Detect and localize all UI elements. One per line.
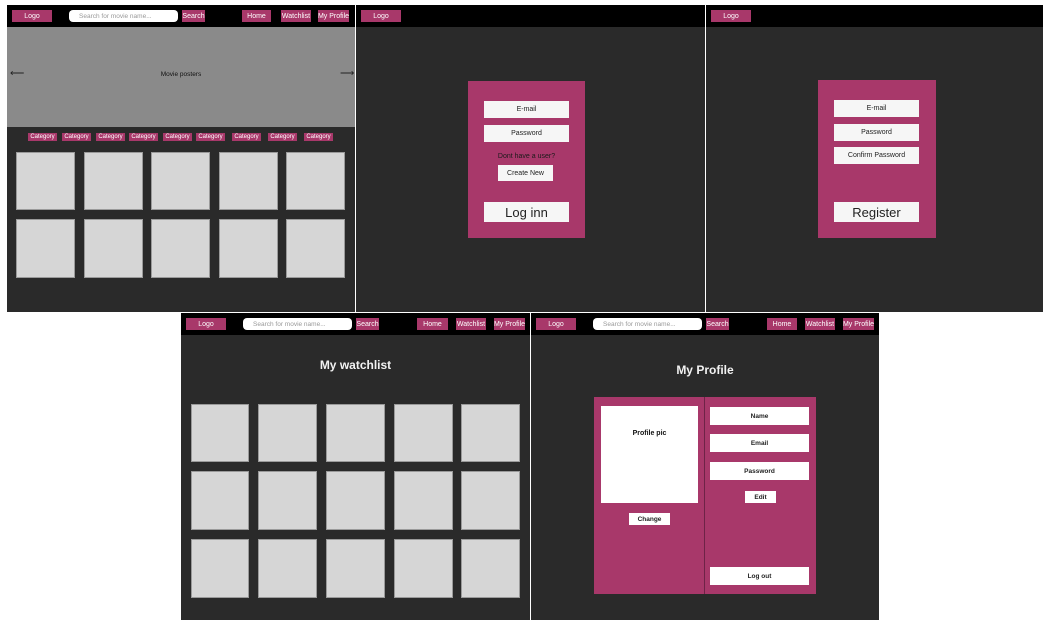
password-field[interactable]: Password — [484, 125, 569, 142]
category-button[interactable]: Category — [62, 133, 91, 141]
logout-button[interactable]: Log out — [710, 567, 809, 585]
category-button[interactable]: Category — [28, 133, 57, 141]
movie-tile[interactable] — [16, 152, 75, 210]
logo-button[interactable]: Logo — [536, 318, 576, 330]
search-button[interactable]: Search — [356, 318, 379, 330]
movie-tile[interactable] — [191, 539, 249, 598]
carousel-label: Movie posters — [160, 71, 202, 78]
nav-home-button[interactable]: Home — [242, 10, 271, 22]
movie-tile[interactable] — [326, 539, 385, 598]
nav-profile-button[interactable]: My Profile — [843, 318, 874, 330]
arrow-right-icon[interactable]: ⟶ — [340, 68, 354, 79]
email-field[interactable]: E-mail — [484, 101, 569, 118]
movie-tile[interactable] — [461, 539, 520, 598]
watchlist-screen: Logo Search for movie name... Search Hom… — [181, 313, 530, 620]
search-button[interactable]: Search — [706, 318, 729, 330]
movie-tile[interactable] — [394, 471, 453, 530]
category-button[interactable]: Category — [196, 133, 225, 141]
profile-pic: Profile pic — [601, 406, 698, 503]
top-nav-bar: Logo Search for movie name... Search Hom… — [7, 5, 355, 27]
email-field[interactable]: Email — [710, 434, 809, 452]
nav-profile-button[interactable]: My Profile — [494, 318, 525, 330]
login-button[interactable]: Log inn — [484, 202, 569, 222]
movie-tile[interactable] — [394, 539, 453, 598]
logo-button[interactable]: Logo — [12, 10, 52, 22]
movie-tile[interactable] — [84, 219, 143, 278]
top-nav-bar: Logo Search for movie name... Search Hom… — [531, 313, 879, 335]
movie-tile[interactable] — [461, 404, 520, 462]
nav-watchlist-button[interactable]: Watchlist — [456, 318, 486, 330]
movie-tile[interactable] — [326, 471, 385, 530]
search-input[interactable]: Search for movie name... — [243, 318, 352, 330]
register-button[interactable]: Register — [834, 202, 919, 222]
register-card: E-mail Password Confirm Password Registe… — [818, 80, 936, 238]
top-nav-bar: Logo — [356, 5, 705, 27]
email-field[interactable]: E-mail — [834, 100, 919, 117]
movie-tile[interactable] — [258, 539, 317, 598]
movie-tile[interactable] — [151, 152, 210, 210]
movie-tile[interactable] — [191, 404, 249, 462]
page-title: My watchlist — [319, 358, 392, 372]
nav-home-button[interactable]: Home — [417, 318, 448, 330]
nav-home-button[interactable]: Home — [767, 318, 797, 330]
category-button[interactable]: Category — [96, 133, 125, 141]
movie-tile[interactable] — [286, 152, 345, 210]
nav-profile-button[interactable]: My Profile — [318, 10, 349, 22]
login-screen: Logo E-mail Password Dont have a user? C… — [356, 5, 705, 312]
movie-tile[interactable] — [461, 471, 520, 530]
nav-watchlist-button[interactable]: Watchlist — [281, 10, 311, 22]
logo-button[interactable]: Logo — [361, 10, 401, 22]
category-button[interactable]: Category — [163, 133, 192, 141]
movie-tile[interactable] — [16, 219, 75, 278]
movie-tile[interactable] — [258, 471, 317, 530]
nav-watchlist-button[interactable]: Watchlist — [805, 318, 835, 330]
top-nav-bar: Logo — [706, 5, 1043, 27]
movie-tile[interactable] — [394, 404, 453, 462]
logo-button[interactable]: Logo — [711, 10, 751, 22]
movie-tile[interactable] — [286, 219, 345, 278]
movie-poster-carousel[interactable]: ⟵ Movie posters ⟶ — [7, 27, 355, 127]
profile-card-divider — [704, 397, 705, 594]
password-field[interactable]: Password — [710, 462, 809, 480]
name-field[interactable]: Name — [710, 407, 809, 425]
page-title: My Profile — [676, 363, 734, 377]
confirm-password-field[interactable]: Confirm Password — [834, 147, 919, 164]
movie-tile[interactable] — [191, 471, 249, 530]
movie-tile[interactable] — [219, 219, 278, 278]
movie-tile[interactable] — [151, 219, 210, 278]
change-picture-button[interactable]: Change — [629, 513, 670, 525]
home-screen: Logo Search for movie name... Search Hom… — [7, 5, 355, 312]
movie-tile[interactable] — [258, 404, 317, 462]
movie-tile[interactable] — [219, 152, 278, 210]
register-screen: Logo E-mail Password Confirm Password Re… — [706, 5, 1043, 312]
no-user-text: Dont have a user? — [497, 153, 556, 160]
profile-pic-label: Profile pic — [632, 430, 667, 437]
category-button[interactable]: Category — [268, 133, 297, 141]
category-button[interactable]: Category — [129, 133, 158, 141]
search-input[interactable]: Search for movie name... — [593, 318, 702, 330]
movie-tile[interactable] — [84, 152, 143, 210]
search-button[interactable]: Search — [182, 10, 205, 22]
movie-tile[interactable] — [326, 404, 385, 462]
search-input[interactable]: Search for movie name... — [69, 10, 178, 22]
category-button[interactable]: Category — [304, 133, 333, 141]
top-nav-bar: Logo Search for movie name... Search Hom… — [181, 313, 530, 335]
password-field[interactable]: Password — [834, 124, 919, 141]
logo-button[interactable]: Logo — [186, 318, 226, 330]
login-card: E-mail Password Dont have a user? Create… — [468, 81, 585, 238]
edit-button[interactable]: Edit — [745, 491, 776, 503]
category-button[interactable]: Category — [232, 133, 261, 141]
profile-screen: Logo Search for movie name... Search Hom… — [531, 313, 879, 620]
profile-card: Profile pic Change Name Email Password E… — [594, 397, 816, 594]
create-new-button[interactable]: Create New — [498, 165, 553, 181]
